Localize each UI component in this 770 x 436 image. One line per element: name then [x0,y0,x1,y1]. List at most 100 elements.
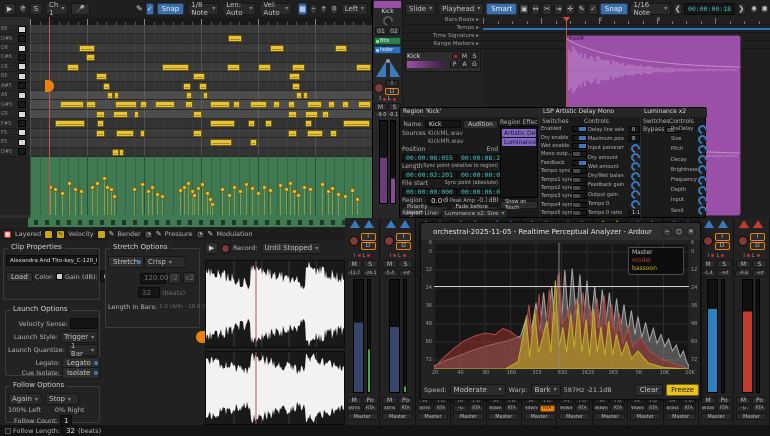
midi-note[interactable] [288,101,295,108]
grab-tool-icon[interactable]: ▣ [519,3,529,15]
piano-key-row[interactable]: C#6 [0,53,30,62]
color-swatch[interactable] [56,273,63,280]
midi-note[interactable] [322,111,329,118]
black-key[interactable] [18,148,26,155]
bender-swatch-icon[interactable] [97,230,106,239]
velocity-dot[interactable] [343,194,348,199]
snap-toggle[interactable]: Snap [600,3,628,15]
control-knob[interactable] [696,204,709,217]
piano-key-row[interactable]: G#5 [0,100,30,109]
velocity-pencil-icon[interactable]: ✎ [56,230,65,239]
monitor-disk-button[interactable]: D [385,88,399,95]
midi-note[interactable] [186,92,192,99]
layered-label[interactable]: Layered [15,230,41,238]
output-button[interactable]: Master [488,413,519,420]
velocity-dot[interactable] [186,181,191,186]
midi-note[interactable] [55,120,85,127]
double-tempo-button[interactable]: x2 [183,272,196,284]
output-button[interactable]: Master [347,413,378,420]
audition-button[interactable]: Audition [463,120,498,129]
midi-note[interactable] [270,45,284,52]
switch-toggle[interactable] [572,126,587,132]
control-value-field[interactable]: 8 [628,135,640,142]
white-key[interactable] [18,92,26,99]
midi-note[interactable] [199,83,207,90]
monitor-disk-button[interactable]: D [361,242,376,250]
velocity-dot[interactable] [210,202,215,207]
velocity-dot[interactable] [132,187,137,192]
monitor-disk-button[interactable]: D [396,242,411,250]
strip-name-label[interactable]: Wdwns [559,405,574,412]
smart-mode-button[interactable]: Smart [486,3,517,15]
midi-note[interactable] [140,130,145,137]
rta-button[interactable]: RTA [646,405,661,412]
velocity-dot[interactable] [262,185,267,190]
metering-button[interactable]: M [347,397,362,404]
rta-button[interactable]: RTA [681,405,696,412]
piano-key-row[interactable]: D#6 [0,34,30,43]
rta-button[interactable]: RTA [717,405,732,412]
clip-record-button[interactable] [221,244,230,253]
midi-note[interactable] [356,64,371,71]
snap-toggle[interactable]: Snap [157,3,185,15]
metering-button[interactable]: M [736,397,751,404]
velocity-dot[interactable] [355,197,360,202]
velocity-label[interactable]: Velocity [68,230,94,238]
midi-note[interactable] [305,111,318,118]
midi-note[interactable] [112,149,119,156]
output-button[interactable]: Master [382,413,413,420]
show-on-touch-button[interactable]: Show on Touch [500,201,538,209]
pan-widget-icon[interactable] [374,57,402,79]
close-icon[interactable]: ✕ [686,227,696,237]
metering-button[interactable]: M [701,397,716,404]
velocity-dot[interactable] [220,187,225,192]
note-length-select[interactable]: Len: Auto [222,3,256,15]
midi-note[interactable] [193,111,202,118]
midi-note[interactable] [228,35,242,42]
region-line-select[interactable]: Luminance x2: Size [441,209,509,218]
white-key[interactable] [18,129,26,136]
po-button[interactable]: Po [398,397,413,404]
speed-select[interactable]: Moderate [450,384,506,396]
velocity-dot[interactable] [336,192,341,197]
analyzer-titlebar[interactable]: orchestral-2025-11-05 - Realtime Percept… [421,223,700,240]
mute-button[interactable]: M [460,53,469,60]
midi-note[interactable] [307,130,323,137]
midi-note[interactable] [265,120,272,127]
midi-note[interactable] [96,111,105,118]
black-key[interactable] [18,120,26,127]
midi-note[interactable] [292,64,305,71]
rta-button[interactable]: RTA [752,405,767,412]
playhead-line[interactable] [49,17,50,215]
piano-key-row[interactable]: A#5 [0,82,30,91]
follow-left-select[interactable]: Again [8,393,42,405]
edit-mode-select[interactable]: Slide [405,3,436,15]
zoom-out-icon[interactable]: − [310,4,317,14]
velocity-swatch-icon[interactable] [44,230,53,239]
strip-name-label[interactable]: -G [453,405,468,412]
piano-key-row[interactable]: E5 [0,138,30,147]
black-key[interactable] [18,82,26,89]
switch-toggle[interactable] [572,143,587,149]
piano-key-row[interactable]: D6 [0,44,30,53]
rec-enable-knob[interactable] [703,236,713,246]
strip-name-label[interactable]: Wdwns [524,405,539,412]
control-value-field[interactable]: 0 [628,126,640,133]
velocity-dot[interactable] [60,191,65,196]
bender-label[interactable]: Bender [117,230,140,238]
strip-name-label[interactable]: -G [736,405,751,412]
midi-note[interactable] [162,64,189,71]
zoom-fit-icon[interactable]: ⊙ [330,4,337,14]
monitor-input-button[interactable]: I [385,80,399,87]
midi-note[interactable] [288,130,297,137]
midi-note[interactable] [193,130,202,137]
black-key[interactable] [18,54,26,61]
midi-note[interactable] [119,149,124,156]
mute-button[interactable]: M [382,260,397,268]
forward-icon[interactable]: ❯ [737,3,746,15]
track-header[interactable]: Kick M S P A G [405,51,481,72]
switch-toggle[interactable] [572,202,587,208]
switch-toggle[interactable] [572,193,587,199]
strip-name-label[interactable]: Strns [417,405,432,412]
play-button[interactable]: ▶ [3,3,16,15]
